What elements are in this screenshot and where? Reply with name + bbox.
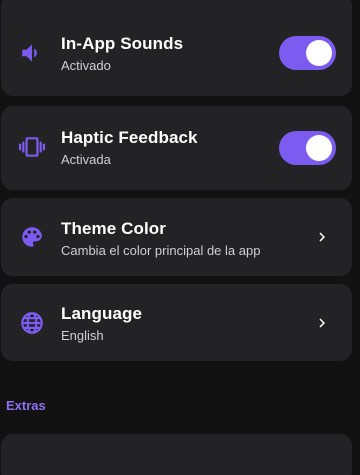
setting-haptic-feedback[interactable]: Haptic Feedback Activada: [1, 106, 352, 190]
setting-text: In-App Sounds Activado: [61, 34, 183, 74]
settings-screen: In-App Sounds Activado Haptic Feedback A…: [0, 0, 360, 475]
volume-icon: [19, 40, 45, 66]
sounds-toggle[interactable]: [279, 36, 336, 70]
setting-subtitle: English: [61, 328, 104, 343]
extras-card[interactable]: [1, 434, 352, 475]
setting-theme-color[interactable]: Theme Color Cambia el color principal de…: [1, 198, 352, 276]
setting-in-app-sounds[interactable]: In-App Sounds Activado: [1, 0, 352, 96]
palette-icon: [19, 224, 45, 250]
setting-text: Haptic Feedback Activada: [61, 128, 198, 168]
globe-icon: [19, 310, 45, 336]
setting-text: Theme Color Cambia el color principal de…: [61, 219, 260, 259]
haptic-toggle[interactable]: [279, 131, 336, 165]
setting-title: Theme Color: [61, 219, 167, 238]
toggle-knob: [306, 40, 332, 66]
setting-subtitle: Activada: [61, 152, 111, 167]
setting-title: Haptic Feedback: [61, 128, 198, 147]
chevron-right-icon: [313, 314, 331, 332]
vibration-icon: [19, 134, 45, 160]
setting-title: Language: [61, 304, 143, 323]
setting-title: In-App Sounds: [61, 34, 184, 53]
section-header-extras: Extras: [6, 398, 46, 413]
setting-subtitle: Cambia el color principal de la app: [61, 243, 261, 258]
toggle-knob: [306, 135, 332, 161]
chevron-right-icon: [313, 228, 331, 246]
setting-language[interactable]: Language English: [1, 284, 352, 361]
setting-text: Language English: [61, 304, 142, 344]
setting-subtitle: Activado: [61, 58, 111, 73]
